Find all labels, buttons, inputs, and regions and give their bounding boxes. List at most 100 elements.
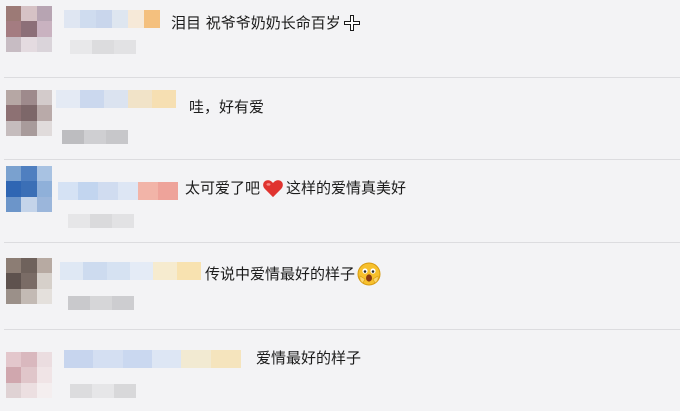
meta-pixel	[114, 40, 136, 54]
avatar-pixel	[36, 6, 52, 22]
username-pixel	[138, 182, 158, 200]
username-pixel	[128, 10, 144, 28]
avatar-pixel	[21, 21, 37, 37]
meta-blurred	[62, 130, 128, 144]
username-pixel	[93, 350, 124, 368]
avatar-pixel	[21, 166, 37, 182]
heart-icon	[263, 180, 283, 198]
avatar-pixel	[6, 21, 22, 37]
comment-text-main: 哇，好有爱	[189, 98, 265, 116]
avatar-pixel	[21, 196, 37, 212]
avatar[interactable]	[6, 352, 52, 398]
comment-text: 泪目 祝爷爷奶奶长命百岁	[171, 13, 361, 33]
comment-text-main: 太可爱了吧	[185, 179, 261, 197]
username-pixel	[64, 10, 80, 28]
meta-blurred	[68, 296, 134, 310]
meta-pixel	[68, 214, 90, 228]
username-pixel	[152, 90, 176, 108]
avatar-pixel	[36, 258, 52, 274]
username-blurred[interactable]	[58, 182, 178, 200]
avatar-pixel	[36, 90, 52, 106]
meta-blurred	[68, 214, 134, 228]
meta-pixel	[90, 214, 112, 228]
avatar-pixel	[6, 196, 22, 212]
avatar-pixel	[6, 288, 22, 304]
username-pixel	[56, 90, 80, 108]
username-pixel	[118, 182, 138, 200]
meta-pixel	[92, 40, 114, 54]
avatar-pixel	[6, 120, 22, 136]
comment-text-tail: 这样的爱情真美好	[286, 179, 407, 197]
avatar-pixel	[36, 36, 52, 52]
meta-pixel	[70, 384, 92, 398]
comment-text: 爱情最好的样子	[256, 348, 361, 368]
username-pixel	[158, 182, 178, 200]
avatar-pixel	[21, 90, 37, 106]
avatar-pixel	[6, 382, 22, 398]
avatar-pixel	[6, 36, 22, 52]
username-pixel	[58, 182, 78, 200]
username-pixel	[83, 262, 108, 280]
meta-pixel	[68, 296, 90, 310]
meta-blurred	[70, 384, 136, 398]
username-blurred[interactable]	[64, 350, 241, 368]
avatar-pixel	[6, 105, 22, 121]
avatar-pixel	[21, 273, 37, 289]
avatar-pixel	[6, 181, 22, 197]
avatar-pixel	[36, 382, 52, 398]
meta-blurred	[70, 40, 136, 54]
username-blurred[interactable]	[64, 10, 160, 28]
avatar-pixel	[6, 90, 22, 106]
username-blurred[interactable]	[60, 262, 201, 280]
avatar[interactable]	[6, 258, 52, 304]
meta-pixel	[112, 296, 134, 310]
row-divider	[4, 77, 680, 78]
comment-text-main: 爱情最好的样子	[256, 349, 362, 367]
comment-list: 泪目 祝爷爷奶奶长命百岁哇，好有爱太可爱了吧 这样的爱情真美好传说中爱情最好的样子…	[0, 0, 680, 411]
username-blurred[interactable]	[56, 90, 176, 108]
username-pixel	[78, 182, 98, 200]
avatar-pixel	[36, 21, 52, 37]
row-divider	[4, 159, 680, 160]
avatar-pixel	[36, 181, 52, 197]
username-pixel	[98, 182, 118, 200]
avatar-pixel	[6, 166, 22, 182]
avatar-pixel	[21, 6, 37, 22]
username-pixel	[64, 350, 94, 368]
username-pixel	[106, 262, 131, 280]
face-icon	[357, 262, 381, 286]
username-pixel	[128, 90, 152, 108]
row-divider	[4, 242, 680, 243]
avatar-pixel	[21, 352, 37, 368]
username-pixel	[152, 350, 182, 368]
meta-pixel	[112, 214, 134, 228]
cross-icon	[343, 15, 360, 31]
meta-pixel	[70, 40, 92, 54]
username-pixel	[80, 10, 96, 28]
avatar-pixel	[21, 120, 37, 136]
avatar-pixel	[36, 367, 52, 383]
avatar[interactable]	[6, 166, 52, 212]
username-pixel	[144, 10, 160, 28]
meta-pixel	[90, 296, 112, 310]
avatar-pixel	[36, 196, 52, 212]
avatar-pixel	[6, 352, 22, 368]
avatar[interactable]	[6, 6, 52, 52]
username-pixel	[130, 262, 154, 280]
avatar-pixel	[6, 273, 22, 289]
meta-pixel	[106, 130, 128, 144]
avatar-pixel	[6, 258, 22, 274]
meta-pixel	[92, 384, 114, 398]
avatar[interactable]	[6, 90, 52, 136]
comment-text: 传说中爱情最好的样子	[205, 262, 381, 286]
avatar-pixel	[21, 36, 37, 52]
username-pixel	[181, 350, 212, 368]
avatar-pixel	[6, 6, 22, 22]
username-pixel	[210, 350, 241, 368]
comment-text: 太可爱了吧 这样的爱情真美好	[185, 178, 406, 198]
avatar-pixel	[36, 352, 52, 368]
comment-text-main: 泪目 祝爷爷奶奶长命百岁	[171, 14, 341, 32]
meta-pixel	[62, 130, 84, 144]
avatar-pixel	[21, 181, 37, 197]
avatar-pixel	[21, 105, 37, 121]
